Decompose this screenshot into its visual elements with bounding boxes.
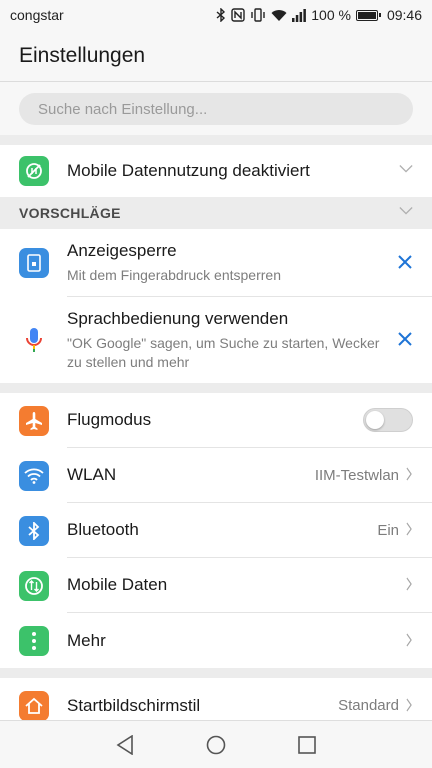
settings-item-mobile-data[interactable]: Mobile Daten bbox=[0, 558, 432, 613]
airplane-icon bbox=[19, 405, 49, 436]
close-icon[interactable] bbox=[397, 252, 413, 274]
section-divider bbox=[0, 135, 432, 145]
chevron-right-icon bbox=[406, 631, 412, 651]
suggestion-title: Sprachbedienung verwenden bbox=[67, 308, 289, 328]
recents-icon[interactable] bbox=[287, 725, 327, 765]
microphone-icon bbox=[19, 325, 49, 355]
close-icon[interactable] bbox=[397, 329, 413, 351]
suggestion-subtitle: Mit dem Fingerabdruck entsperren bbox=[67, 266, 281, 283]
suggestion-title: Anzeigesperre bbox=[67, 240, 177, 260]
network-card: Flugmodus WLAN IIM-Testwlan Bluetooth Ei… bbox=[0, 393, 432, 668]
carrier-label: congstar bbox=[10, 7, 64, 23]
mobile-data-icon bbox=[19, 570, 49, 601]
status-bar: congstar 100 % 09:46 bbox=[0, 0, 432, 30]
bluetooth-value: Ein bbox=[377, 521, 399, 539]
chevron-right-icon bbox=[406, 696, 412, 716]
suggestions-card: Anzeigesperre Mit dem Fingerabdruck ents… bbox=[0, 229, 432, 383]
section-divider bbox=[0, 668, 432, 678]
bluetooth-icon bbox=[19, 515, 49, 546]
settings-item-label: Mobile Daten bbox=[67, 575, 168, 594]
data-usage-row[interactable]: Mobile Datennutzung deaktiviert bbox=[0, 145, 432, 197]
settings-item-label: WLAN bbox=[67, 465, 117, 484]
search-container: Suche nach Einstellung... bbox=[0, 82, 432, 135]
settings-item-label: Startbildschirmstil bbox=[67, 695, 201, 715]
chevron-right-icon bbox=[406, 520, 412, 540]
toggle-knob bbox=[366, 411, 384, 429]
vibrate-icon bbox=[250, 8, 266, 22]
suggestion-item-voice[interactable]: Sprachbedienung verwenden "OK Google" sa… bbox=[0, 297, 432, 383]
battery-percentage: 100 % bbox=[311, 7, 351, 23]
home-nav-icon[interactable] bbox=[196, 725, 236, 765]
battery-icon bbox=[355, 9, 381, 21]
data-usage-label: Mobile Datennutzung deaktiviert bbox=[67, 161, 310, 180]
suggestion-item-screen-lock[interactable]: Anzeigesperre Mit dem Fingerabdruck ents… bbox=[0, 229, 432, 297]
chevron-right-icon bbox=[406, 575, 412, 595]
settings-item-label: Flugmodus bbox=[67, 410, 152, 429]
settings-item-more[interactable]: Mehr bbox=[0, 613, 432, 668]
chevron-right-icon bbox=[406, 465, 412, 485]
settings-item-label: Mehr bbox=[67, 630, 106, 650]
screen-lock-icon bbox=[19, 248, 49, 278]
settings-item-airplane[interactable]: Flugmodus bbox=[0, 393, 432, 448]
bluetooth-icon bbox=[216, 8, 226, 22]
data-off-icon bbox=[19, 156, 49, 186]
search-input[interactable]: Suche nach Einstellung... bbox=[19, 93, 413, 125]
clock: 09:46 bbox=[386, 7, 422, 23]
settings-item-label: Bluetooth bbox=[67, 520, 139, 539]
nfc-icon bbox=[231, 8, 245, 22]
section-divider bbox=[0, 383, 432, 393]
home-style-value: Standard bbox=[338, 697, 399, 714]
settings-item-bluetooth[interactable]: Bluetooth Ein bbox=[0, 503, 432, 558]
airplane-mode-toggle[interactable] bbox=[363, 408, 413, 432]
page-title: Einstellungen bbox=[0, 30, 432, 82]
status-icons: 100 % 09:46 bbox=[216, 7, 422, 23]
suggestions-heading: VORSCHLÄGE bbox=[19, 205, 121, 221]
chevron-down-icon[interactable] bbox=[399, 206, 413, 220]
navigation-bar bbox=[0, 720, 432, 768]
wlan-value: IIM-Testwlan bbox=[314, 466, 399, 484]
chevron-down-icon[interactable] bbox=[399, 164, 413, 178]
signal-icon bbox=[292, 8, 307, 22]
home-icon bbox=[19, 690, 49, 721]
data-usage-card: Mobile Datennutzung deaktiviert bbox=[0, 145, 432, 197]
suggestions-header[interactable]: VORSCHLÄGE bbox=[0, 197, 432, 229]
suggestion-subtitle: "OK Google" sagen, um Suche zu starten, … bbox=[67, 334, 380, 370]
wifi-icon bbox=[271, 9, 287, 22]
wifi-icon bbox=[19, 460, 49, 491]
settings-item-wlan[interactable]: WLAN IIM-Testwlan bbox=[0, 448, 432, 503]
more-icon bbox=[19, 625, 49, 656]
back-icon[interactable] bbox=[105, 725, 145, 765]
